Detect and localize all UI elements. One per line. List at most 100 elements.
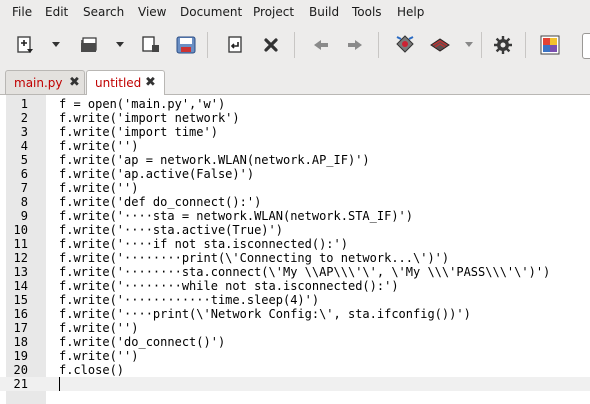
line-number: 6 bbox=[20, 167, 28, 181]
search-field[interactable] bbox=[582, 33, 590, 59]
line-number: 4 bbox=[20, 139, 28, 153]
toolbar bbox=[0, 24, 590, 66]
menubar: File Edit Search View Document Project B… bbox=[0, 0, 590, 24]
line-number: 7 bbox=[20, 181, 28, 195]
save-all-icon[interactable] bbox=[138, 32, 164, 58]
toolbar-separator bbox=[481, 32, 482, 58]
code-line[interactable]: 16 f.write('····print(\'Network Config:\'… bbox=[0, 307, 590, 321]
line-number: 15 bbox=[13, 293, 28, 307]
line-text[interactable]: f.write('') bbox=[59, 139, 138, 153]
line-number: 14 bbox=[13, 279, 28, 293]
code-line[interactable]: 21 bbox=[0, 377, 590, 391]
code-line[interactable]: 15 f.write('············time.sleep(4)') bbox=[0, 293, 590, 307]
line-text[interactable]: f.write('····sta = network.WLAN(network.… bbox=[59, 209, 413, 223]
code-line[interactable]: 1 f = open('main.py','w') bbox=[0, 97, 590, 111]
code-line[interactable]: 5 f.write('ap = network.WLAN(network.AP_I… bbox=[0, 153, 590, 167]
line-number: 9 bbox=[20, 209, 28, 223]
line-number: 17 bbox=[13, 321, 28, 335]
menu-view[interactable]: View bbox=[138, 5, 166, 19]
new-file-dropdown-icon[interactable] bbox=[51, 39, 61, 49]
text-caret bbox=[59, 377, 60, 391]
line-text[interactable]: f.write('········sta.connect(\'My \\AP\\… bbox=[59, 265, 550, 279]
tab-untitled[interactable]: untitled ✖ bbox=[86, 70, 165, 95]
code-line[interactable]: 8 f.write('def do_connect():') bbox=[0, 195, 590, 209]
code-line[interactable]: 19 f.write('') bbox=[0, 349, 590, 363]
line-text[interactable]: f.close() bbox=[59, 363, 124, 377]
line-text[interactable]: f.write('ap.active(False)') bbox=[59, 167, 254, 181]
code-line[interactable]: 7 f.write('') bbox=[0, 181, 590, 195]
revert-icon[interactable] bbox=[222, 32, 248, 58]
tab-bar: main.py ✖ untitled ✖ bbox=[0, 66, 590, 95]
toolbar-separator bbox=[207, 32, 208, 58]
line-text[interactable]: f.write('········print(\'Connecting to n… bbox=[59, 251, 449, 265]
toolbar-separator bbox=[378, 32, 379, 58]
navigate-back-icon[interactable] bbox=[308, 32, 334, 58]
line-number: 5 bbox=[20, 153, 28, 167]
menu-build[interactable]: Build bbox=[309, 5, 339, 19]
menu-help[interactable]: Help bbox=[397, 5, 424, 19]
build-dropdown-icon[interactable] bbox=[464, 39, 474, 49]
menu-project[interactable]: Project bbox=[253, 5, 294, 19]
close-tab-icon[interactable]: ✖ bbox=[69, 75, 80, 90]
code-line[interactable]: 18 f.write('do_connect()') bbox=[0, 335, 590, 349]
code-line[interactable]: 3 f.write('import time') bbox=[0, 125, 590, 139]
code-line[interactable]: 17 f.write('') bbox=[0, 321, 590, 335]
line-number: 12 bbox=[13, 251, 28, 265]
preferences-icon[interactable] bbox=[490, 32, 516, 58]
open-file-icon[interactable] bbox=[76, 32, 102, 58]
menu-search[interactable]: Search bbox=[83, 5, 124, 19]
tab-label: untitled bbox=[95, 76, 142, 90]
code-line[interactable]: 12 f.write('········print(\'Connecting to… bbox=[0, 251, 590, 265]
line-number: 8 bbox=[20, 195, 28, 209]
line-number: 11 bbox=[13, 237, 28, 251]
line-text[interactable]: f.write('········while not sta.isconnect… bbox=[59, 279, 399, 293]
new-file-icon[interactable] bbox=[12, 32, 38, 58]
line-text[interactable]: f.write('import network') bbox=[59, 111, 240, 125]
line-text[interactable]: f.write('····if not sta.isconnected():') bbox=[59, 237, 348, 251]
code-line[interactable]: 20 f.close() bbox=[0, 363, 590, 377]
line-number: 19 bbox=[13, 349, 28, 363]
color-chooser-icon[interactable] bbox=[537, 32, 563, 58]
line-number: 16 bbox=[13, 307, 28, 321]
code-line[interactable]: 13 f.write('········sta.connect(\'My \\AP… bbox=[0, 265, 590, 279]
close-icon[interactable] bbox=[258, 32, 284, 58]
line-text[interactable]: f.write('····print(\'Network Config:\', … bbox=[59, 307, 471, 321]
compile-icon[interactable] bbox=[392, 32, 418, 58]
line-number: 21 bbox=[13, 377, 28, 391]
toolbar-separator bbox=[294, 32, 295, 58]
line-text[interactable]: f.write('def do_connect():') bbox=[59, 195, 261, 209]
menu-edit[interactable]: Edit bbox=[45, 5, 68, 19]
tab-main-py[interactable]: main.py ✖ bbox=[5, 70, 85, 94]
toolbar-separator bbox=[525, 32, 526, 58]
code-line[interactable]: 4 f.write('') bbox=[0, 139, 590, 153]
line-text[interactable]: f.write('do_connect()') bbox=[59, 335, 225, 349]
line-text[interactable]: f.write('') bbox=[59, 321, 138, 335]
line-text[interactable]: f = open('main.py','w') bbox=[59, 97, 225, 111]
save-icon[interactable] bbox=[173, 32, 199, 58]
code-line[interactable]: 14 f.write('········while not sta.isconne… bbox=[0, 279, 590, 293]
tab-label: main.py bbox=[14, 76, 63, 90]
code-line[interactable]: 6 f.write('ap.active(False)') bbox=[0, 167, 590, 181]
line-text[interactable]: f.write('ap = network.WLAN(network.AP_IF… bbox=[59, 153, 370, 167]
line-number: 3 bbox=[20, 125, 28, 139]
code-line[interactable]: 10 f.write('····sta.active(True)') bbox=[0, 223, 590, 237]
build-icon[interactable] bbox=[427, 32, 453, 58]
close-tab-icon[interactable]: ✖ bbox=[145, 75, 156, 90]
code-editor[interactable]: 1 f = open('main.py','w') 2 f.write('import… bbox=[0, 95, 590, 404]
navigate-forward-icon[interactable] bbox=[342, 32, 368, 58]
code-line[interactable]: 9 f.write('····sta = network.WLAN(network… bbox=[0, 209, 590, 223]
menu-tools[interactable]: Tools bbox=[352, 5, 382, 19]
line-text[interactable]: f.write('') bbox=[59, 181, 138, 195]
open-file-dropdown-icon[interactable] bbox=[115, 39, 125, 49]
line-text[interactable]: f.write('············time.sleep(4)') bbox=[59, 293, 319, 307]
menu-document[interactable]: Document bbox=[180, 5, 242, 19]
line-number: 18 bbox=[13, 335, 28, 349]
line-text[interactable]: f.write('····sta.active(True)') bbox=[59, 223, 283, 237]
line-text[interactable]: f.write('') bbox=[59, 349, 138, 363]
menu-file[interactable]: File bbox=[12, 5, 32, 19]
line-text[interactable]: f.write('import time') bbox=[59, 125, 218, 139]
line-number: 13 bbox=[13, 265, 28, 279]
line-number: 1 bbox=[20, 97, 28, 111]
code-line[interactable]: 2 f.write('import network') bbox=[0, 111, 590, 125]
code-line[interactable]: 11 f.write('····if not sta.isconnected():… bbox=[0, 237, 590, 251]
